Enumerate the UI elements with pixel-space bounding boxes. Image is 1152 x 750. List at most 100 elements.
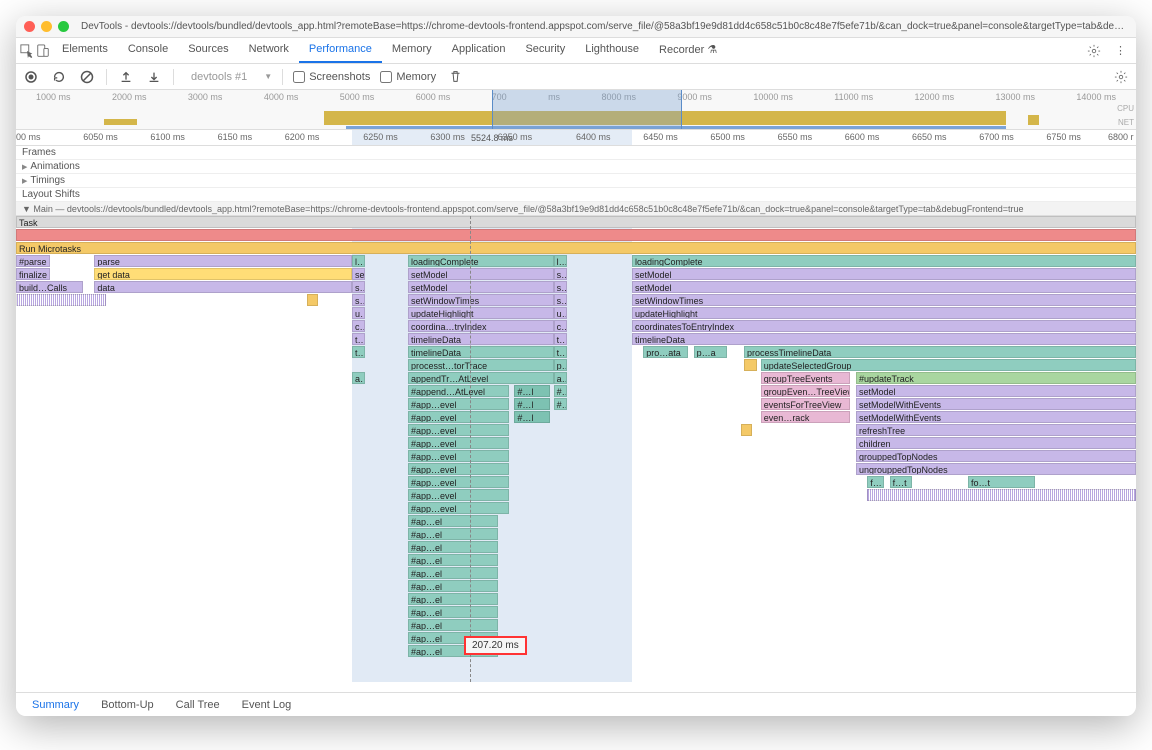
details-tab-eventlog[interactable]: Event Log	[232, 695, 302, 715]
flame-entry[interactable]: setWindowTimes	[632, 294, 1136, 306]
flame-entry[interactable]: setModel	[856, 385, 1136, 397]
flame-entry[interactable]: eventsForTreeView	[761, 398, 851, 410]
flame-entry[interactable]: #updateTrack	[856, 372, 1136, 384]
flame-entry[interactable]: #ap…el	[408, 567, 498, 579]
flame-entry[interactable]: children	[856, 437, 1136, 449]
flame-entry[interactable]: setModel	[408, 268, 554, 280]
flame-entry[interactable]: a…	[554, 372, 567, 384]
tab-console[interactable]: Console	[118, 38, 178, 63]
flame-entry[interactable]: #ap…el	[408, 554, 498, 566]
tab-recorder[interactable]: Recorder ⚗	[649, 38, 727, 63]
flame-entry[interactable]: s…	[554, 268, 567, 280]
flame-entry[interactable]: f…	[867, 476, 884, 488]
flame-entry[interactable]: Run Microtasks	[16, 242, 1136, 254]
flame-entry[interactable]: coordinatesToEntryIndex	[632, 320, 1136, 332]
flame-entry[interactable]: l…	[554, 255, 567, 267]
flame-entry[interactable]: #app…evel	[408, 450, 509, 462]
inspect-icon[interactable]	[20, 44, 34, 58]
flame-entry[interactable]: setModelWithEvents	[856, 398, 1136, 410]
reload-icon[interactable]	[50, 68, 68, 86]
flame-entry[interactable]: finalize	[16, 268, 50, 280]
flame-entry[interactable]: l…e	[352, 255, 365, 267]
flame-entry[interactable]: groupTreeEvents	[761, 372, 851, 384]
clear-icon[interactable]	[78, 68, 96, 86]
flame-entry[interactable]: updateSelectedGroup	[761, 359, 1136, 371]
flame-entry[interactable]: data	[94, 281, 352, 293]
flame-entry[interactable]	[307, 294, 318, 306]
flame-entry[interactable]: #ap…el	[408, 619, 498, 631]
main-thread-label[interactable]: ▼ Main — devtools://devtools/bundled/dev…	[16, 202, 1136, 216]
flame-entry[interactable]: even…rack	[761, 411, 851, 423]
flame-entry[interactable]: s…	[352, 294, 365, 306]
tab-sources[interactable]: Sources	[178, 38, 238, 63]
flame-entry[interactable]: fo…t	[968, 476, 1035, 488]
flame-entry[interactable]: pro…ata	[643, 346, 688, 358]
overview-selection[interactable]	[492, 90, 682, 129]
flame-entry[interactable]: #app…evel	[408, 411, 509, 423]
flame-entry[interactable]: refreshTree	[856, 424, 1136, 436]
flame-entry[interactable]: #app…evel	[408, 398, 509, 410]
flame-entry[interactable]: timelineData	[408, 333, 554, 345]
detail-ruler[interactable]: 5524.8 ms 00 ms6050 ms6100 ms6150 ms6200…	[16, 130, 1136, 146]
close-icon[interactable]	[24, 21, 35, 32]
flame-entry[interactable]: #…	[554, 398, 567, 410]
flame-entry[interactable]: p…a	[694, 346, 728, 358]
flame-entry[interactable]: loadingComplete	[632, 255, 1136, 267]
more-icon[interactable]: ⋮	[1109, 41, 1132, 60]
flame-entry[interactable]: f…t	[890, 476, 912, 488]
flame-entry[interactable]: c…	[554, 320, 567, 332]
flame-entry[interactable]	[16, 294, 106, 306]
flame-entry[interactable]: #app…evel	[408, 463, 509, 475]
flame-entry[interactable]: s…	[554, 281, 567, 293]
download-icon[interactable]	[145, 68, 163, 86]
flame-entry[interactable]: #ap…el	[408, 580, 498, 592]
flame-entry[interactable]: #…l	[514, 411, 550, 423]
memory-checkbox[interactable]: Memory	[380, 71, 436, 83]
flame-entry[interactable]: #ap…el	[408, 593, 498, 605]
flame-chart[interactable]: TaskRun Microtasks#parseparsel…eloadingC…	[16, 216, 1136, 682]
details-tab-bottomup[interactable]: Bottom-Up	[91, 695, 164, 715]
profile-select[interactable]: devtools #1	[184, 68, 254, 86]
frames-track[interactable]: Frames	[16, 146, 1136, 160]
flame-entry[interactable]: Task	[16, 216, 1136, 228]
animations-track[interactable]: Animations	[16, 160, 1136, 174]
flame-entry[interactable]: s…	[554, 294, 567, 306]
flame-entry[interactable]: setModel	[632, 268, 1136, 280]
flame-entry[interactable]: #app…evel	[408, 424, 509, 436]
flame-entry[interactable]: grouppedTopNodes	[856, 450, 1136, 462]
tab-memory[interactable]: Memory	[382, 38, 442, 63]
flame-entry[interactable]: #append…AtLevel	[408, 385, 509, 397]
flame-entry[interactable]: ungrouppedTopNodes	[856, 463, 1136, 475]
flame-entry[interactable]: processt…torTrace	[408, 359, 554, 371]
tab-network[interactable]: Network	[239, 38, 299, 63]
flame-entry[interactable]: t…	[352, 346, 365, 358]
minimize-icon[interactable]	[41, 21, 52, 32]
flame-entry[interactable]: processTimelineData	[744, 346, 1136, 358]
flame-entry[interactable]: setModel	[632, 281, 1136, 293]
tab-application[interactable]: Application	[442, 38, 516, 63]
flame-entry[interactable]: timelineData	[408, 346, 554, 358]
tab-elements[interactable]: Elements	[52, 38, 118, 63]
flame-entry[interactable]: timelineData	[632, 333, 1136, 345]
flame-entry[interactable]: updateHighlight	[408, 307, 554, 319]
flame-entry[interactable]: build…Calls	[16, 281, 83, 293]
flame-entry[interactable]: #app…evel	[408, 489, 509, 501]
timings-track[interactable]: Timings	[16, 174, 1136, 188]
flame-entry[interactable]: get data	[94, 268, 352, 280]
flame-entry[interactable]: se…l	[352, 268, 365, 280]
flame-entry[interactable]: #…	[554, 385, 567, 397]
flame-entry[interactable]: #ap…el	[408, 606, 498, 618]
flame-entry[interactable]: #parse	[16, 255, 50, 267]
flame-entry[interactable]: c…	[352, 320, 365, 332]
zoom-icon[interactable]	[58, 21, 69, 32]
flame-entry[interactable]: setModelWithEvents	[856, 411, 1136, 423]
settings-icon[interactable]	[1081, 41, 1107, 61]
flame-entry[interactable]: setModel	[408, 281, 554, 293]
flame-entry[interactable]: u…	[554, 307, 567, 319]
flame-entry[interactable]	[867, 489, 1136, 501]
flame-entry[interactable]: s…l	[352, 281, 365, 293]
flame-entry[interactable]: t…	[554, 346, 567, 358]
flame-entry[interactable]: #…l	[514, 385, 550, 397]
flame-entry[interactable]: p…	[554, 359, 567, 371]
screenshots-checkbox[interactable]: Screenshots	[293, 71, 370, 83]
